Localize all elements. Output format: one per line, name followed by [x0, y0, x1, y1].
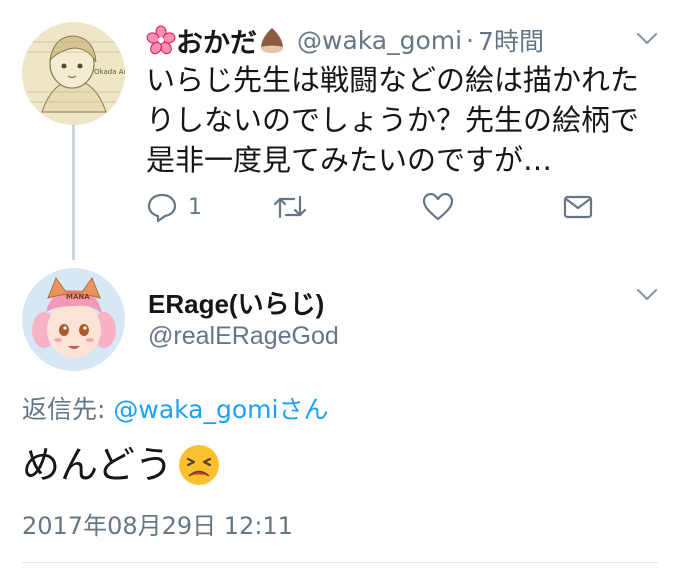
reply-prefix: 返信先: [22, 395, 114, 424]
tweet1-header: おかだ @waka_gomi · 7時間 [146, 21, 544, 60]
tweet2-full-timestamp: 2017年08月29日 12:11 [22, 512, 293, 540]
avatar-signature: Okada Art [94, 68, 125, 76]
reply-count: 1 [188, 194, 202, 220]
replying-to-line: 返信先: @waka_gomiさん [22, 390, 328, 426]
tweet1-display-name-group[interactable]: おかだ [146, 21, 287, 60]
reply-icon [147, 193, 177, 223]
tweet2-text: めんどう [22, 443, 173, 487]
retweet-button[interactable] [272, 190, 308, 224]
retweet-icon [273, 195, 307, 219]
tweet1-handle[interactable]: @waka_gomi [297, 26, 462, 55]
direct-message-icon [563, 195, 593, 219]
thread-connector-line [72, 122, 75, 260]
chevron-down-icon[interactable] [636, 32, 658, 46]
avatar-waka-gomi[interactable]: Okada Art [22, 22, 125, 125]
persevering-face-icon [178, 445, 219, 485]
reply-button[interactable]: 1 [146, 190, 202, 224]
like-button[interactable] [422, 190, 454, 224]
cherry-blossom-icon [146, 25, 176, 55]
tweet2-text-row: めんどう [22, 440, 221, 490]
header-separator: · [466, 25, 475, 55]
tweet1-text: いらじ先生は戦闘などの絵は描かれたりしないのでしょうか？先生の絵柄で是非一度見て… [146, 63, 640, 177]
tweet1-action-bar: 1 [146, 190, 616, 224]
avatar-hat-text: MANA [66, 293, 90, 301]
like-icon [422, 192, 454, 221]
tweet2-handle[interactable]: @realERageGod [148, 322, 339, 351]
chestnut-icon [261, 28, 283, 53]
tweet1-timestamp[interactable]: 7時間 [478, 22, 544, 58]
tweet2-display-name[interactable]: ERage(いらじ) [148, 284, 324, 321]
reply-target-link[interactable]: @waka_gomi [113, 395, 278, 424]
reply-suffix[interactable]: さん [278, 395, 328, 424]
tweet1-display-name[interactable]: おかだ [176, 21, 257, 60]
avatar-realeragegod[interactable]: MANA [22, 268, 125, 371]
direct-message-button[interactable] [562, 190, 594, 224]
divider [22, 562, 658, 563]
chevron-down-icon[interactable] [636, 288, 658, 302]
